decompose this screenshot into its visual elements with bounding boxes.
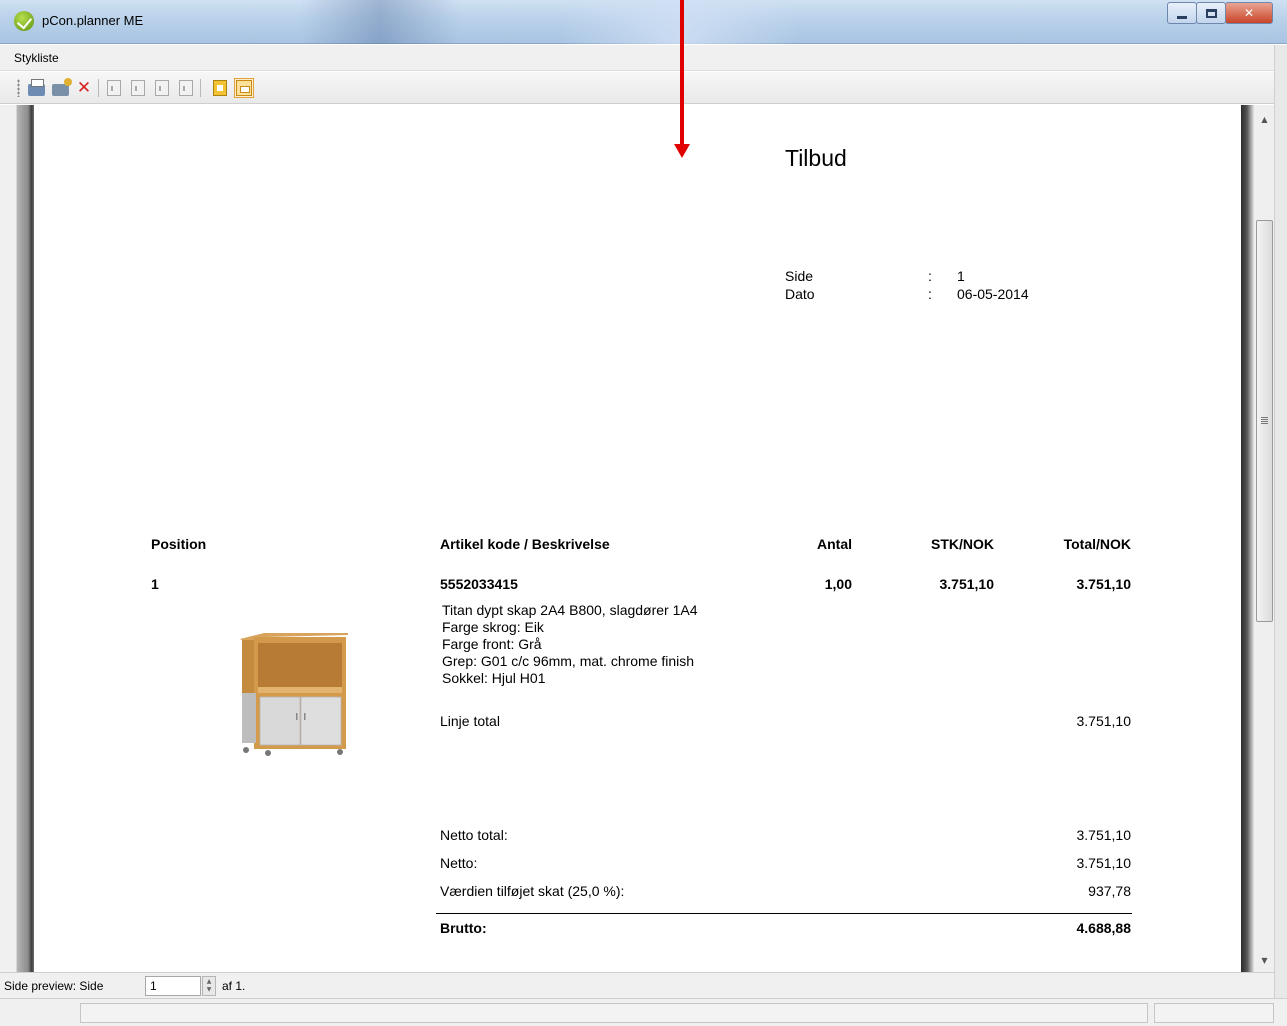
item-description-line: Farge front: Grå (442, 636, 542, 652)
column-header-article: Artikel kode / Beskrivelse (440, 536, 610, 552)
print-setup-button[interactable] (50, 78, 72, 98)
netto-total-value: 3.751,10 (1076, 827, 1132, 843)
minimize-icon (1177, 15, 1187, 19)
last-page-button[interactable] (176, 78, 196, 98)
app-logo-icon (14, 11, 34, 31)
item-description-line: Grep: G01 c/c 96mm, mat. chrome finish (442, 653, 695, 669)
vat-label: Værdien tilføjet skat (25,0 %): (440, 883, 625, 899)
previous-page-icon (131, 80, 145, 96)
print-button[interactable] (26, 78, 46, 98)
annotation-arrow-head-icon (674, 144, 690, 158)
status-bar (0, 998, 1287, 1026)
minimize-button[interactable] (1167, 2, 1197, 24)
preview-left-margin (0, 105, 17, 972)
close-window-button[interactable]: ✕ (1225, 2, 1273, 24)
annotation-arrow-line (680, 0, 684, 146)
netto-total-label: Netto total: (440, 827, 508, 843)
item-description-line: Titan dypt skap 2A4 B800, slagdører 1A4 (442, 602, 698, 618)
page-preview-label: Side preview: Side (4, 979, 104, 993)
item-description-line: Farge skrog: Eik (442, 619, 544, 635)
brutto-label: Brutto: (440, 920, 487, 936)
scroll-down-arrow-icon[interactable]: ▼ (1254, 952, 1275, 969)
document-title: Tilbud (785, 145, 847, 171)
close-preview-button[interactable]: ✕ (74, 78, 94, 98)
column-header-qty: Antal (817, 536, 852, 552)
netto-label: Netto: (440, 855, 478, 871)
meta-value-side: 1 (957, 268, 965, 284)
title-bar: pCon.planner ME ✕ (0, 0, 1287, 44)
line-total-label: Linje total (440, 713, 500, 729)
window-right-edge (1274, 45, 1287, 1026)
toolbar-separator (200, 79, 201, 97)
meta-label-side: Side (785, 268, 814, 284)
brutto-value: 4.688,88 (1076, 920, 1132, 936)
next-page-icon (155, 80, 169, 96)
status-pane-secondary (1154, 1003, 1274, 1023)
save-icon (236, 80, 252, 96)
item-unit-price: 3.751,10 (939, 576, 995, 592)
menu-bar: Stykliste (0, 45, 1287, 71)
meta-value-dato: 06-05-2014 (957, 286, 1029, 302)
close-icon: ✕ (76, 77, 92, 98)
meta-label-dato: Dato (785, 286, 815, 302)
meta-separator: : (928, 268, 932, 284)
save-button[interactable] (234, 78, 254, 98)
first-page-icon (107, 80, 121, 96)
menu-stykliste[interactable]: Stykliste (14, 51, 59, 65)
maximize-button[interactable] (1196, 2, 1226, 24)
last-page-icon (179, 80, 193, 96)
printer-icon (27, 79, 45, 96)
close-x-icon: ✕ (1243, 6, 1255, 20)
scrollbar-thumb[interactable] (1256, 220, 1273, 622)
print-setup-icon (51, 78, 72, 96)
column-header-total: Total/NOK (1063, 536, 1131, 552)
window-controls: ✕ (1167, 2, 1273, 24)
netto-value: 3.751,10 (1076, 855, 1132, 871)
page-navigation-bar: Side preview: Side 1 ▲ ▼ af 1. (0, 972, 1274, 998)
window-title: pCon.planner ME (42, 13, 144, 28)
toolbar-grip[interactable] (17, 79, 20, 97)
item-qty: 1,00 (824, 576, 852, 592)
vertical-scrollbar[interactable]: ▲ ▼ (1253, 105, 1274, 972)
status-pane-main (80, 1003, 1148, 1023)
item-code: 5552033415 (440, 576, 518, 592)
page-shadow-right (1241, 105, 1253, 972)
item-position: 1 (151, 576, 159, 592)
line-total-value: 3.751,10 (1076, 713, 1132, 729)
toolbar: ✕ (0, 72, 1287, 104)
column-header-unit-price: STK/NOK (931, 536, 994, 552)
first-page-button[interactable] (104, 78, 124, 98)
page-count-label: af 1. (222, 979, 246, 993)
page-spinner[interactable]: ▲ ▼ (202, 976, 216, 996)
zoom-icon (213, 80, 227, 96)
spin-down-icon[interactable]: ▼ (207, 986, 212, 994)
item-description-line: Sokkel: Hjul H01 (442, 670, 546, 686)
previous-page-button[interactable] (128, 78, 148, 98)
document-page: Tilbud Side : 1 Dato : 06-05-2014 Positi… (34, 105, 1241, 972)
maximize-icon (1205, 8, 1217, 18)
scrollbar-grip-icon (1261, 417, 1268, 424)
vat-value: 937,78 (1088, 883, 1131, 899)
title-bar-glass (300, 0, 460, 44)
item-total: 3.751,10 (1076, 576, 1132, 592)
column-header-position: Position (151, 536, 207, 552)
next-page-button[interactable] (152, 78, 172, 98)
summary-divider (436, 913, 1132, 914)
scroll-up-arrow-icon[interactable]: ▲ (1254, 111, 1275, 128)
meta-separator: : (928, 286, 932, 302)
toolbar-separator (98, 79, 99, 97)
page-shadow-left (17, 105, 34, 972)
spin-up-icon[interactable]: ▲ (207, 978, 212, 986)
page-number-input[interactable]: 1 (145, 976, 201, 996)
zoom-button[interactable] (210, 78, 230, 98)
product-image (240, 633, 348, 756)
